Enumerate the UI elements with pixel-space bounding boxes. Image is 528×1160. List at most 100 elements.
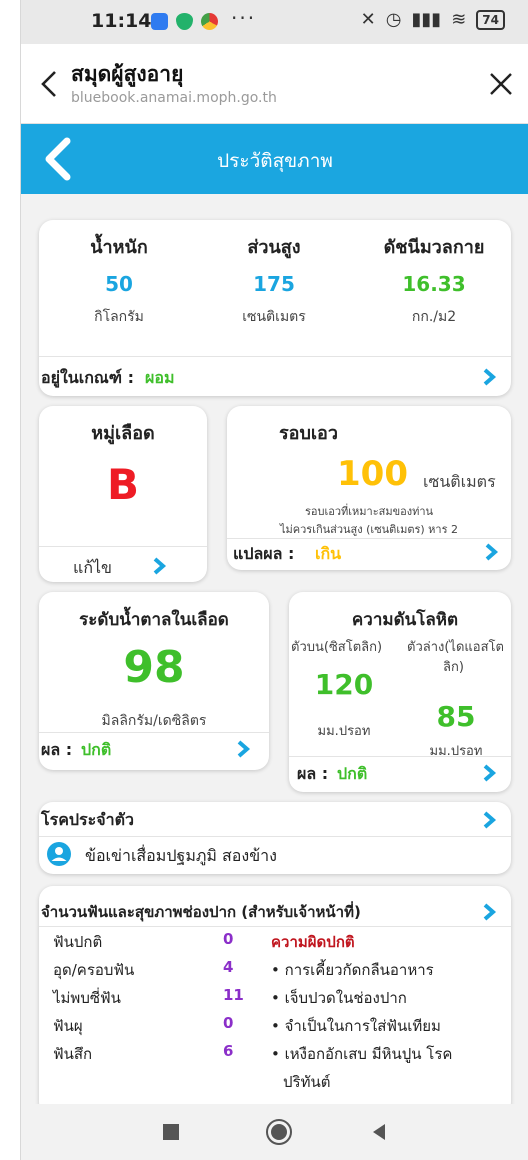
status-bar: 11:14 ··· ✕ ◷ ▮▮▮ ≋ 74 bbox=[21, 0, 528, 44]
chevron-right-icon[interactable] bbox=[481, 810, 497, 830]
blood-sugar-result-label: ผล : bbox=[41, 740, 73, 759]
message-icon bbox=[151, 13, 168, 30]
bmi-result-value: ผอม bbox=[145, 368, 175, 387]
divider bbox=[289, 756, 511, 757]
blood-pressure-label: ความดันโลหิต bbox=[351, 610, 459, 630]
dental-abnormal-item: • เหงือกอักเสบ มีหินปูน โรค bbox=[271, 1045, 453, 1063]
waist-note-2: ไม่ควรเกินส่วนสูง (เซนติเมตร) หาร 2 bbox=[279, 523, 459, 536]
app-header: ประวัติสุขภาพ bbox=[21, 124, 528, 194]
chevron-right-icon[interactable] bbox=[481, 902, 497, 922]
blood-group-label: หมู่เลือด bbox=[91, 423, 155, 444]
dental-row-label: ฟันปกติ bbox=[53, 933, 103, 951]
dental-row-label: ฟันผุ bbox=[53, 1017, 83, 1035]
weight-value: 50 bbox=[105, 272, 133, 296]
divider bbox=[39, 546, 207, 547]
bmi-label: ดัชนีมวลกาย bbox=[383, 237, 485, 258]
blood-group-card: หมู่เลือด B แก้ไข bbox=[39, 406, 207, 582]
chevron-right-icon[interactable] bbox=[481, 763, 497, 783]
blood-sugar-result-value: ปกติ bbox=[81, 740, 112, 759]
body-metrics-card: น้ำหนัก ส่วนสูง ดัชนีมวลกาย 50 175 16.33… bbox=[39, 220, 511, 396]
weight-label: น้ำหนัก bbox=[90, 237, 148, 258]
chrome-icon bbox=[201, 13, 218, 30]
browser-bar: สมุดผู้สูงอายุ bluebook.anamai.moph.go.t… bbox=[21, 44, 528, 124]
divider bbox=[227, 538, 511, 539]
dental-abnormal-item: • จำเป็นในการใส่ฟันเทียม bbox=[271, 1017, 441, 1035]
dental-row-label: ฟันสึก bbox=[53, 1045, 93, 1063]
blood-sugar-value: 98 bbox=[123, 642, 185, 693]
dental-row-label: ไม่พบซี่ฟัน bbox=[53, 989, 121, 1007]
divider bbox=[39, 356, 511, 357]
height-value: 175 bbox=[253, 272, 295, 296]
bp-lower-label-1: ตัวล่าง(ไดแอสโต bbox=[407, 640, 504, 655]
signal-icon: ▮▮▮ bbox=[411, 9, 442, 30]
close-icon[interactable] bbox=[487, 70, 515, 98]
chronic-disease-card: โรคประจำตัว ข้อเข่าเสื่อมปฐมภูมิ สองข้าง bbox=[39, 802, 511, 874]
wifi-icon: ≋ bbox=[451, 9, 467, 30]
bmi-result-label: อยู่ในเกณฑ์ : bbox=[41, 368, 134, 387]
chevron-right-icon[interactable] bbox=[151, 556, 167, 576]
chevron-right-icon[interactable] bbox=[483, 542, 499, 562]
home-icon[interactable] bbox=[265, 1118, 293, 1146]
chevron-right-icon[interactable] bbox=[235, 739, 251, 759]
dental-row-value: 11 bbox=[223, 986, 244, 1004]
waist-unit: เซนติเมตร bbox=[423, 472, 496, 491]
blood-pressure-card: ความดันโลหิต ตัวบน(ซิสโตลิก) ตัวล่าง(ไดแ… bbox=[289, 592, 511, 792]
height-label: ส่วนสูง bbox=[247, 237, 301, 258]
chronic-label: โรคประจำตัว bbox=[41, 810, 134, 829]
dental-abnormal-item: • การเคี้ยวกัดกลืนอาหาร bbox=[271, 961, 434, 979]
dental-abnormal-title: ความผิดปกติ bbox=[271, 933, 355, 951]
waist-result-value: เกิน bbox=[315, 544, 342, 563]
blood-sugar-unit: มิลลิกรัม/เดซิลิตร bbox=[101, 713, 207, 729]
dental-abnormal-item: ปริทันต์ bbox=[283, 1073, 331, 1091]
divider bbox=[39, 926, 511, 927]
height-unit: เซนติเมตร bbox=[242, 309, 306, 325]
dental-abnormal-item: • เจ็บปวดในช่องปาก bbox=[271, 989, 407, 1007]
user-icon bbox=[47, 842, 71, 866]
bmi-value: 16.33 bbox=[402, 272, 466, 296]
bp-lower-unit: มม.ปรอท bbox=[429, 744, 483, 759]
bp-lower-label-2: ลิก) bbox=[443, 660, 464, 675]
dental-card: จำนวนฟันและสุขภาพช่องปาก (สำหรับเจ้าหน้า… bbox=[39, 886, 511, 1116]
shield-icon bbox=[176, 13, 193, 30]
recents-icon[interactable] bbox=[163, 1124, 179, 1140]
back-arrow-icon[interactable] bbox=[35, 66, 63, 102]
dental-title: จำนวนฟันและสุขภาพช่องปาก (สำหรับเจ้าหน้า… bbox=[41, 903, 361, 921]
waist-card: รอบเอว 100 เซนติเมตร รอบเอวที่เหมาะสมของ… bbox=[227, 406, 511, 570]
status-time: 11:14 bbox=[91, 10, 152, 32]
nav-back-icon[interactable] bbox=[371, 1122, 387, 1142]
dental-row-value: 0 bbox=[223, 930, 234, 948]
edit-link[interactable]: แก้ไข bbox=[73, 556, 112, 581]
bp-upper-unit: มม.ปรอท bbox=[317, 724, 371, 739]
bp-upper-label: ตัวบน(ซิสโตลิก) bbox=[291, 640, 383, 655]
waist-value: 100 bbox=[337, 454, 408, 494]
waist-result-label: แปลผล : bbox=[233, 544, 295, 563]
alarm-icon: ◷ bbox=[385, 9, 402, 30]
phone-screen: 11:14 ··· ✕ ◷ ▮▮▮ ≋ 74 สมุดผู้สูงอายุ bl… bbox=[20, 0, 528, 1160]
dental-row-value: 6 bbox=[223, 1042, 234, 1060]
bp-upper-value: 120 bbox=[314, 668, 374, 701]
blood-sugar-label: ระดับน้ำตาลในเลือด bbox=[79, 610, 229, 630]
divider bbox=[39, 836, 511, 837]
dental-row-value: 4 bbox=[223, 958, 234, 976]
chevron-right-icon[interactable] bbox=[481, 367, 497, 387]
bp-lower-value: 85 bbox=[436, 700, 476, 733]
chronic-item: ข้อเข่าเสื่อมปฐมภูมิ สองข้าง bbox=[85, 846, 277, 865]
browser-title: สมุดผู้สูงอายุ bbox=[71, 62, 184, 86]
waist-note-1: รอบเอวที่เหมาะสมของท่าน bbox=[304, 505, 434, 518]
blood-sugar-card: ระดับน้ำตาลในเลือด 98 มิลลิกรัม/เดซิลิตร… bbox=[39, 592, 269, 770]
battery-icon: 74 bbox=[476, 9, 505, 30]
navigation-bar bbox=[21, 1104, 528, 1160]
more-notifications-icon: ··· bbox=[231, 6, 257, 30]
page-title: ประวัติสุขภาพ bbox=[217, 150, 333, 172]
browser-url: bluebook.anamai.moph.go.th bbox=[71, 90, 277, 106]
blood-group-value: B bbox=[106, 460, 139, 509]
waist-label: รอบเอว bbox=[279, 423, 338, 444]
bp-result-label: ผล : bbox=[297, 764, 329, 783]
bmi-unit: กก./ม2 bbox=[411, 309, 457, 325]
bp-result-value: ปกติ bbox=[337, 764, 368, 783]
status-icons: ✕ ◷ ▮▮▮ ≋ 74 bbox=[361, 9, 505, 30]
dental-row-label: อุด/ครอบฟัน bbox=[53, 961, 135, 979]
weight-unit: กิโลกรัม bbox=[94, 309, 144, 325]
dental-row-value: 0 bbox=[223, 1014, 234, 1032]
divider bbox=[39, 732, 269, 733]
